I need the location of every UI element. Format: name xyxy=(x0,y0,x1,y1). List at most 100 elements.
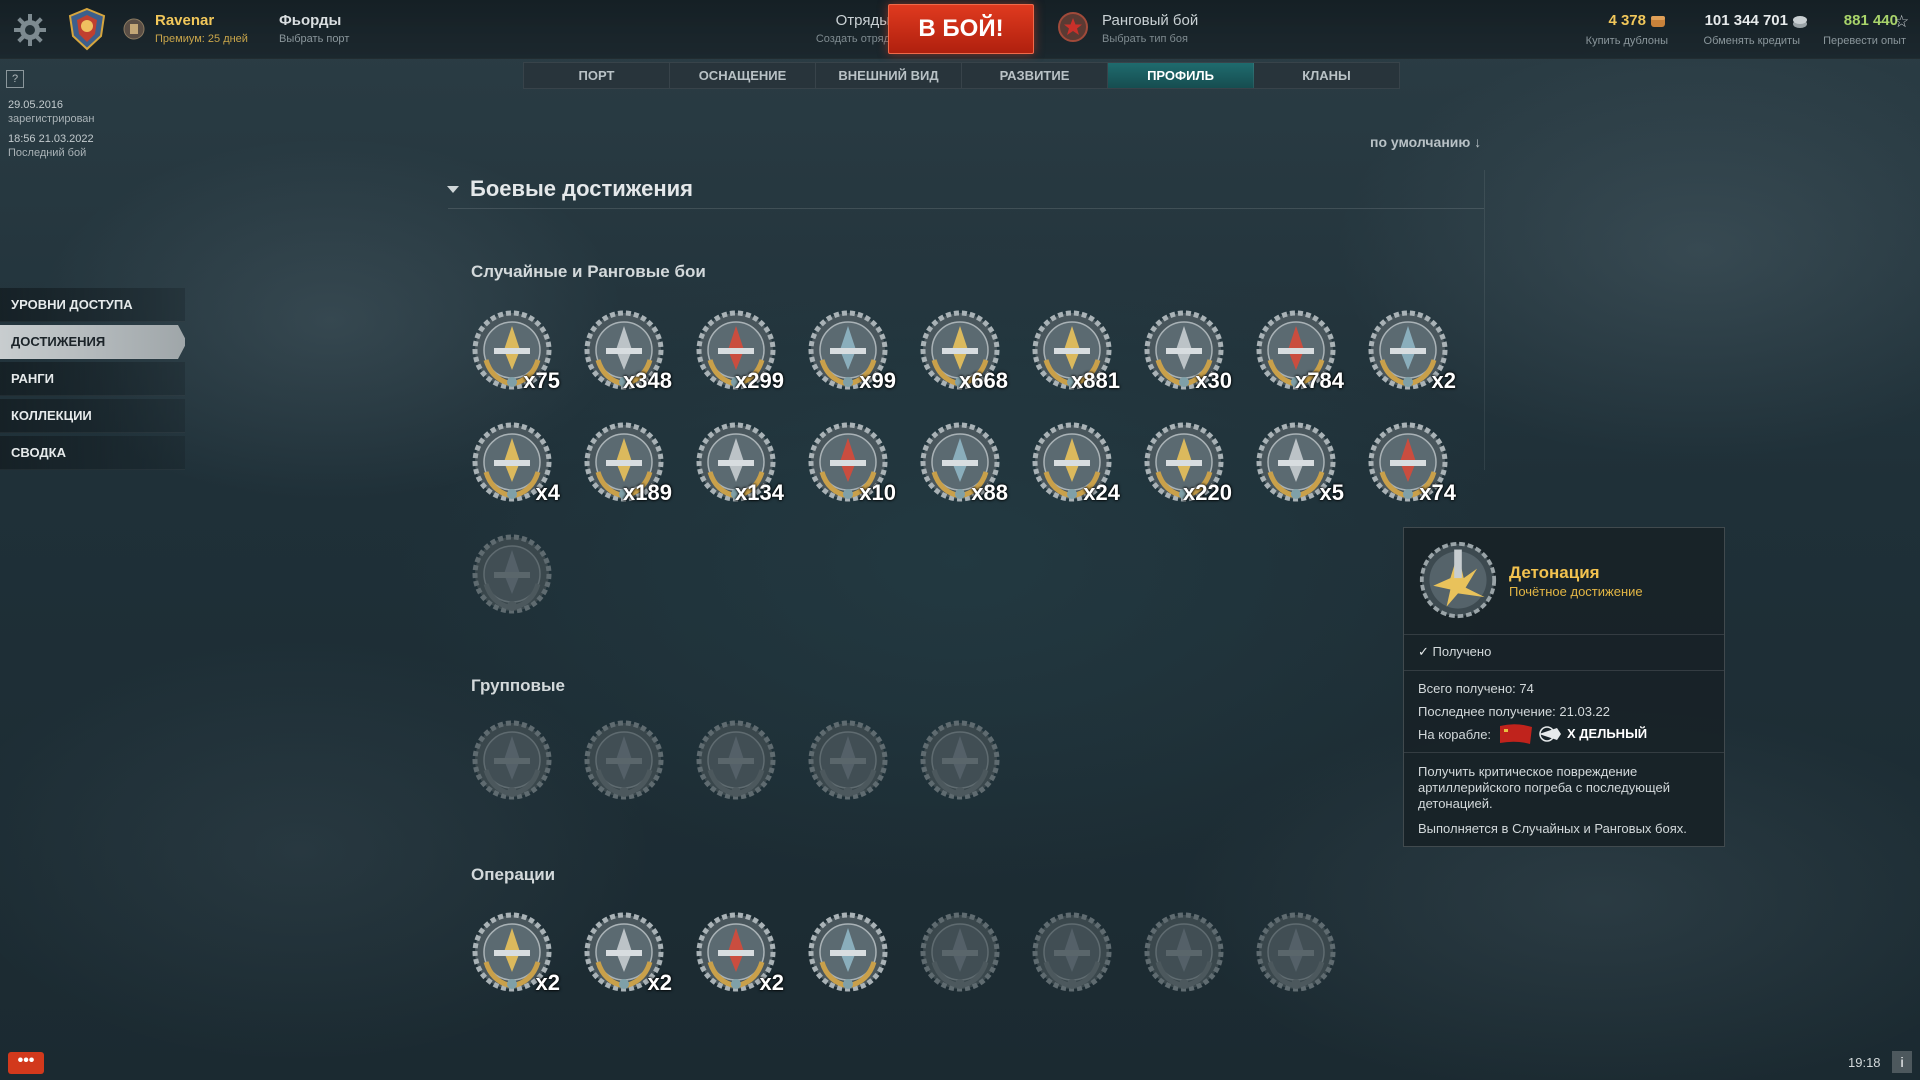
help-button[interactable]: ? xyxy=(6,70,24,88)
menu-collections[interactable]: КОЛЛЕКЦИИ xyxy=(0,399,185,433)
tooltip-modes: Выполняется в Случайных и Ранговых боях. xyxy=(1418,821,1687,836)
tab-development[interactable]: РАЗВИТИЕ xyxy=(962,63,1108,88)
starfish-medal-icon[interactable]: x2 xyxy=(694,910,784,995)
clock: 19:18 xyxy=(1848,1055,1881,1070)
scroll-track[interactable] xyxy=(1484,170,1485,470)
tab-profile[interactable]: ПРОФИЛЬ xyxy=(1108,63,1254,88)
premium-icon xyxy=(123,18,145,40)
battleship-medal-icon[interactable]: x668 xyxy=(918,308,1008,393)
tooltip-last: Последнее получение: 21.03.22 xyxy=(1418,704,1611,719)
tooltip-subtitle: Почётное достижение xyxy=(1509,584,1643,599)
last-battle-label: Последний бой xyxy=(8,147,87,159)
double-strike-medal-icon[interactable]: x30 xyxy=(1142,308,1232,393)
aa-gun-medal-icon[interactable]: x2 xyxy=(1366,308,1456,393)
tab-port[interactable]: ПОРТ xyxy=(524,63,670,88)
hourglass-medal-icon[interactable]: x784 xyxy=(1254,308,1344,393)
red-ribbon-op-medal-icon[interactable]: x2 xyxy=(470,910,560,995)
sort-dropdown[interactable]: по умолчанию ↓ xyxy=(1370,134,1481,150)
crossed-shells-medal-icon[interactable]: x4 xyxy=(470,420,560,505)
medal-count: x2 xyxy=(647,970,672,995)
sword-shield-medal-icon[interactable] xyxy=(694,718,778,802)
tooltip-status-label: Получено xyxy=(1432,644,1492,659)
group-title-random: Случайные и Ранговые бои xyxy=(471,262,706,281)
medal-count: x348 xyxy=(623,368,672,393)
buy-doubloons-link[interactable]: Купить дублоны xyxy=(1560,35,1668,47)
registration-label: зарегистрирован xyxy=(8,113,95,125)
port-name[interactable]: Фьорды xyxy=(279,12,341,29)
convert-xp-link[interactable]: Перевести опыт xyxy=(1800,35,1906,47)
guns-op-medal-icon[interactable] xyxy=(918,910,1002,994)
premium-status: Премиум: 25 дней xyxy=(155,33,248,45)
menu-achievements[interactable]: ДОСТИЖЕНИЯ xyxy=(0,325,185,359)
kraken-medal-icon[interactable] xyxy=(470,718,554,802)
medal-count: x784 xyxy=(1295,368,1344,393)
cannon-op-medal-icon[interactable] xyxy=(1030,910,1114,994)
username[interactable]: Ravenar xyxy=(155,12,214,29)
wave-medal-icon[interactable]: x99 xyxy=(806,308,896,393)
shield-torpedo-medal-icon[interactable] xyxy=(582,718,666,802)
sinking-ship-medal-icon[interactable]: x5 xyxy=(1254,420,1344,505)
tooltip-description: Получить критическое повреждение артилле… xyxy=(1418,764,1671,811)
detonation-medal-icon[interactable]: x74 xyxy=(1366,420,1456,505)
flames-medal-icon[interactable]: x88 xyxy=(918,420,1008,505)
tooltip-status: ✓ Получено xyxy=(1418,644,1491,660)
tentacles-medal-icon[interactable] xyxy=(806,910,890,994)
battle-mode[interactable]: Ранговый бой xyxy=(1102,12,1198,29)
medal-count: x74 xyxy=(1419,480,1456,505)
exchange-credits-link[interactable]: Обменять кредиты xyxy=(1690,35,1800,47)
battle-button[interactable]: В БОЙ! xyxy=(888,4,1034,54)
port-select-label[interactable]: Выбрать порт xyxy=(279,33,349,45)
shield-op-medal-icon[interactable]: x2 xyxy=(582,910,672,995)
settings-gear-icon[interactable] xyxy=(10,10,50,50)
sort-label: по умолчанию xyxy=(1370,134,1471,150)
explosion-medal-icon[interactable]: x881 xyxy=(1030,308,1120,393)
detonation-medal-icon xyxy=(1418,540,1498,620)
medal-count: x4 xyxy=(535,480,560,505)
info-button[interactable]: i xyxy=(1892,1051,1912,1073)
fox-op-medal-icon[interactable] xyxy=(1254,910,1338,994)
doubloon-icon xyxy=(1650,13,1666,29)
menu-ranks[interactable]: РАНГИ xyxy=(0,362,185,396)
torpedo-medal-icon[interactable]: x348 xyxy=(582,308,672,393)
divisions-sub: Создать отряд xyxy=(815,33,890,45)
menu-summary[interactable]: СВОДКА xyxy=(0,436,185,470)
medal-count: x10 xyxy=(859,480,896,505)
medal-count: x2 xyxy=(1431,368,1456,393)
tooltip-divider xyxy=(1404,634,1724,635)
medal-count: x299 xyxy=(735,368,784,393)
anchor-medal-icon[interactable]: x75 xyxy=(470,308,560,393)
free-xp-star-icon: ☆ xyxy=(1894,12,1910,31)
group-title-team: Групповые xyxy=(471,676,565,695)
medal-count: x189 xyxy=(623,480,672,505)
turret-fire-medal-icon[interactable]: x189 xyxy=(582,420,672,505)
battle-mode-sub: Выбрать тип боя xyxy=(1102,33,1188,45)
tooltip-title: Детонация xyxy=(1509,563,1600,582)
pickaxe-shield-medal-icon[interactable] xyxy=(918,718,1002,802)
bow-medal-icon[interactable] xyxy=(470,532,554,616)
ranked-battle-icon[interactable] xyxy=(1058,12,1088,42)
ring-op-medal-icon[interactable] xyxy=(1142,910,1226,994)
tab-clans[interactable]: КЛАНЫ xyxy=(1254,63,1399,88)
credits-icon xyxy=(1792,13,1808,29)
medal-count: x668 xyxy=(959,368,1008,393)
tab-equipment[interactable]: ОСНАЩЕНИЕ xyxy=(670,63,816,88)
last-battle-date: 18:56 21.03.2022 xyxy=(8,133,94,145)
burning-ship-medal-icon[interactable]: x134 xyxy=(694,420,784,505)
red-ribbon-medal-icon[interactable]: x299 xyxy=(694,308,784,393)
tab-exterior[interactable]: ВНЕШНИЙ ВИД xyxy=(816,63,962,88)
divisions-button[interactable]: Отряды xyxy=(780,12,890,29)
doubloons-amount: 4 378 xyxy=(1608,12,1646,29)
arrow-down-icon: ↓ xyxy=(1474,134,1482,150)
crossed-swords-medal-icon[interactable]: x220 xyxy=(1142,420,1232,505)
player-emblem-icon[interactable] xyxy=(64,6,110,52)
splash-medal-icon[interactable]: x10 xyxy=(806,420,896,505)
fist-shield-medal-icon[interactable] xyxy=(806,718,890,802)
medal-count: x99 xyxy=(859,368,896,393)
credits-amount: 101 344 701 xyxy=(1704,12,1788,29)
main-nav: ПОРТ ОСНАЩЕНИЕ ВНЕШНИЙ ВИД РАЗВИТИЕ ПРОФ… xyxy=(523,62,1400,89)
menu-access-levels[interactable]: УРОВНИ ДОСТУПА xyxy=(0,288,185,322)
chat-button[interactable]: ••• xyxy=(8,1052,44,1074)
medal-count: x75 xyxy=(523,368,560,393)
anchor-wreath-medal-icon[interactable]: x24 xyxy=(1030,420,1120,505)
collapse-caret-icon[interactable] xyxy=(447,186,459,193)
